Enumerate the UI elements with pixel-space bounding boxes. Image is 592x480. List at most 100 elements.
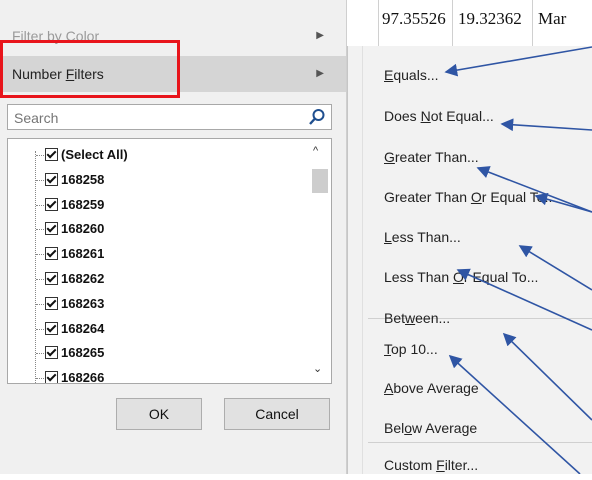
submenu-item-text: r Equal To... [481,189,557,205]
scroll-down-icon[interactable]: ⌄ [313,362,322,375]
submenu-item-text: L [384,229,392,245]
value-checkbox-item[interactable]: 168260 [36,217,104,241]
checkbox-checked-icon[interactable] [45,296,58,310]
row-header-cell [346,0,379,46]
cell-value-1[interactable]: 97.35526 [382,0,446,46]
submenu-item-text: w [405,310,416,326]
submenu-item-text: T [384,341,391,357]
checkbox-checked-icon[interactable] [45,346,58,360]
tree-connector [36,155,44,157]
submenu-item[interactable]: Custom Filter... [384,450,478,480]
checkbox-checked-icon[interactable] [45,247,58,261]
tree-connector [36,303,44,305]
submenu-item-text: O [453,269,464,285]
checkbox-label: 168265 [61,345,105,361]
submenu-item[interactable]: Less Than Or Equal To... [384,262,538,292]
checkbox-checked-icon[interactable] [45,321,58,335]
tree-connector [36,229,44,231]
value-checkbox-item[interactable]: 168259 [36,193,104,217]
checkbox-label: 168259 [61,196,105,212]
spreadsheet-row: 97.35526 19.32362 Mar [346,0,592,47]
submenu-item[interactable]: Greater Than Or Equal To... [384,182,556,212]
menu-gutter-divider [362,46,363,474]
value-checkbox-item[interactable]: 168258 [36,168,104,192]
submenu-item-text: Greater Than [384,189,471,205]
checkbox-label: 168260 [61,221,105,237]
submenu-item-text: ilter... [444,457,479,473]
submenu-item[interactable]: Greater Than... [384,142,479,172]
submenu-item[interactable]: Equals... [384,60,438,90]
list-scrollbar[interactable]: ^ ⌄ [307,139,331,383]
value-checkbox-item[interactable]: 168261 [36,242,104,266]
checkbox-checked-icon[interactable] [45,222,58,236]
checkbox-label: 168266 [61,370,105,384]
submenu-item-text: G [384,149,395,165]
submenu-arrow-icon: ▶ [316,68,324,79]
submenu-item-text: Bet [384,310,406,326]
submenu-item-text: reater Than... [394,149,479,165]
submenu-item[interactable]: Less Than... [384,222,461,252]
tree-connector [36,254,44,256]
submenu-item-text: op 10... [391,341,438,357]
cancel-button[interactable]: Cancel [224,398,330,430]
checkbox-checked-icon[interactable] [45,148,58,162]
value-checkbox-item[interactable]: 168263 [36,292,104,316]
value-checkbox-item[interactable]: 168265 [36,341,104,365]
submenu-item-text: ess Than... [391,229,461,245]
tree-connector [36,179,44,181]
submenu-item[interactable]: Top 10... [384,334,438,364]
scroll-up-icon[interactable]: ^ [313,145,318,157]
select-all-checkbox-item[interactable]: (Select All) [36,143,128,167]
submenu-item-text: ot Equal... [430,108,494,124]
submenu-item-text: A [384,380,394,396]
submenu-item-text: w Average [412,420,478,436]
checkbox-label: 168264 [61,320,105,336]
cell-value-2[interactable]: 19.32362 [458,0,522,46]
submenu-item-text: bove Average [393,380,479,396]
tree-connector [36,378,44,380]
checkbox-label: 168258 [61,171,105,187]
search-icon[interactable] [308,108,326,126]
number-filters-submenu: Equals... Does Not Equal... Greater Than..… [347,46,592,474]
checkbox-label: 168261 [61,246,105,262]
submenu-item[interactable]: Between... [384,303,450,333]
submenu-item-text: F [436,457,445,473]
submenu-item-text: Less Than [384,269,454,285]
grid-line [452,0,453,46]
checkbox-label: (Select All) [61,147,128,162]
highlight-box [0,40,180,98]
value-list: (Select All) 168258 168259 168260 168261 1682… [7,138,332,384]
submenu-item[interactable]: Below Average [384,413,477,443]
submenu-item-text: Custom [384,457,437,473]
autofilter-panel: Filter by Color ▶ Number Filters ▶ (Sele… [0,0,347,474]
tree-connector [36,328,44,330]
value-checkbox-item[interactable]: 168264 [36,317,104,341]
checkbox-label: 168262 [61,271,105,286]
submenu-arrow-icon: ▶ [316,30,324,41]
checkbox-checked-icon[interactable] [45,172,58,186]
submenu-item-text: r Equal To... [463,269,539,285]
checkbox-checked-icon[interactable] [45,371,58,383]
submenu-item-text: een... [415,310,451,326]
submenu-item-text: quals... [393,67,439,83]
tree-connector [36,279,44,281]
value-checkbox-item[interactable]: 168262 [36,267,104,291]
scroll-thumb[interactable] [312,169,328,193]
search-box[interactable] [7,104,332,130]
checkbox-checked-icon[interactable] [45,197,58,211]
value-checkbox-item[interactable]: 168266 [36,366,105,384]
search-input[interactable] [12,106,296,130]
submenu-item-text: Bel [384,420,405,436]
tree-connector [36,353,44,355]
grid-line [532,0,533,46]
submenu-item[interactable]: Does Not Equal... [384,101,494,131]
ok-button[interactable]: OK [116,398,202,430]
submenu-item-text: N [420,108,431,124]
submenu-item-text: O [470,189,482,205]
cell-value-3[interactable]: Mar [538,0,566,46]
submenu-item[interactable]: Above Average [384,373,479,403]
submenu-item-text: o [404,420,413,436]
checkbox-checked-icon[interactable] [45,272,58,286]
submenu-item-text: E [384,67,394,83]
submenu-item-text: Does [384,108,421,124]
